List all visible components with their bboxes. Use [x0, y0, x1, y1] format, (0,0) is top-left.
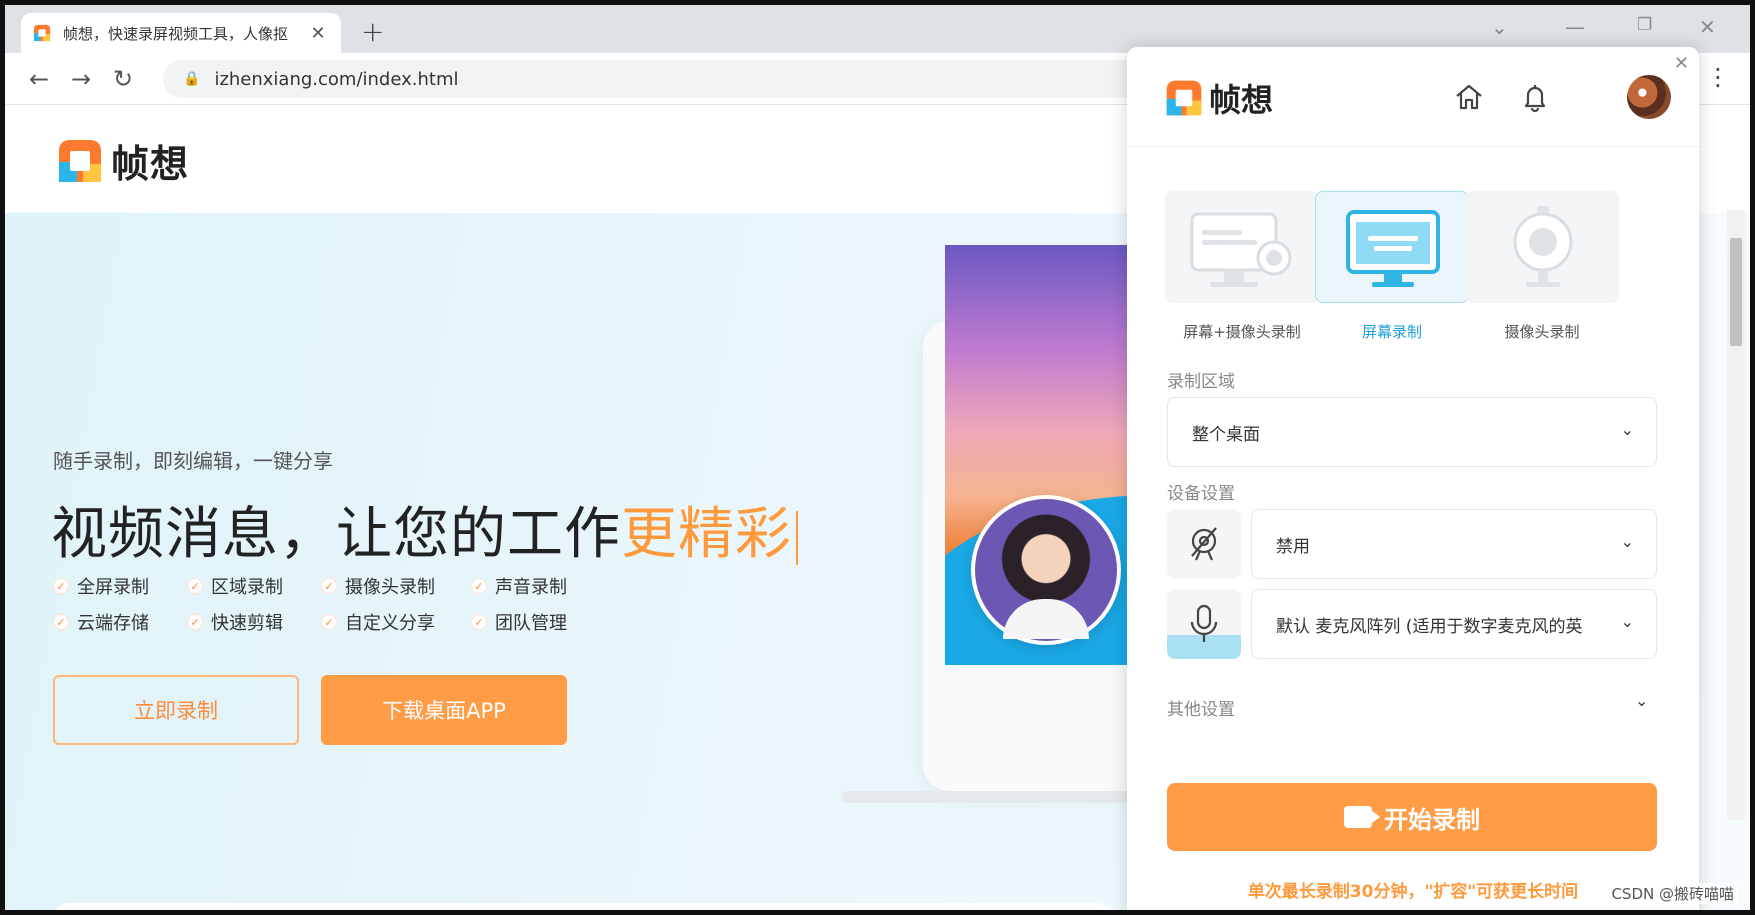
- scrollbar-thumb[interactable]: [1730, 238, 1742, 346]
- back-arrow-icon[interactable]: ←: [25, 65, 53, 93]
- check-icon: ✓: [53, 614, 69, 630]
- chevron-down-icon: ⌄: [1620, 612, 1634, 631]
- check-icon: ✓: [187, 614, 203, 630]
- feature-item: ✓ 全屏录制: [53, 573, 149, 599]
- feature-item: ✓ 快速剪辑: [187, 609, 283, 635]
- zhenxiang-logo-icon: [59, 139, 101, 182]
- minimize-icon[interactable]: —: [1565, 15, 1585, 39]
- csdn-watermark: CSDN @搬砖喵喵: [1607, 883, 1738, 904]
- reload-icon[interactable]: ↻: [109, 65, 137, 93]
- site-logo-text: 帧想: [111, 142, 190, 186]
- window-close-icon[interactable]: ✕: [1699, 15, 1716, 39]
- feature-item: ✓ 声音录制: [471, 573, 567, 599]
- hero-title: 视频消息，让您的工作更精彩: [51, 489, 798, 570]
- hero-subtitle: 随手录制，即刻编辑，一键分享: [53, 449, 333, 473]
- content-card: [53, 903, 1113, 910]
- microphone-select-value: 默认 麦克风阵列 (适用于数字麦克风的英: [1276, 616, 1583, 637]
- microphone-icon: [1167, 589, 1241, 659]
- record-now-button[interactable]: 立即录制: [53, 675, 299, 745]
- zhenxiang-favicon-icon: [33, 24, 51, 42]
- popup-logo-text: 帧想: [1209, 81, 1274, 119]
- other-settings-chevron-icon[interactable]: ⌄: [1635, 691, 1648, 710]
- check-icon: ✓: [53, 578, 69, 594]
- feature-item: ✓ 自定义分享: [321, 609, 435, 635]
- feature-item: ✓ 云端存储: [53, 609, 149, 635]
- presenter-avatar: [971, 495, 1121, 645]
- mode-screen-card[interactable]: [1315, 191, 1469, 303]
- forward-arrow-icon[interactable]: →: [67, 65, 95, 93]
- recorder-popup: ✕ 帧想 屏幕+摄像头录制 屏幕录制 摄像头录制 录制区域 整个桌面 ⌄ 设备设…: [1127, 47, 1699, 910]
- tab-search-icon[interactable]: ⌄: [1491, 15, 1508, 39]
- screen-camera-icon: [1190, 212, 1292, 287]
- chevron-down-icon: ⌄: [1620, 532, 1634, 551]
- record-area-select[interactable]: 整个桌面 ⌄: [1167, 397, 1657, 467]
- mode-screen-camera-card[interactable]: [1165, 191, 1319, 303]
- screenshot-frame: 帧想，快速录屏视频工具，人像抠 ✕ + ⌄ — ❐ ✕ ← → ↻ 🔒 izhe…: [0, 0, 1755, 915]
- popup-logo: 帧想: [1165, 75, 1273, 121]
- download-app-button[interactable]: 下载桌面APP: [321, 675, 567, 745]
- camera-select[interactable]: 禁用 ⌄: [1251, 509, 1657, 579]
- check-icon: ✓: [471, 578, 487, 594]
- start-recording-label: 开始录制: [1384, 805, 1480, 834]
- webcam-icon: [1513, 206, 1573, 287]
- device-settings-label: 设备设置: [1167, 484, 1235, 504]
- video-camera-icon: [1344, 806, 1380, 828]
- lock-icon[interactable]: 🔒: [183, 71, 200, 87]
- mode-camera-card[interactable]: [1465, 191, 1619, 303]
- mode-camera-label: 摄像头录制: [1504, 323, 1580, 341]
- feature-item: ✓ 摄像头录制: [321, 573, 435, 599]
- check-icon: ✓: [187, 578, 203, 594]
- camera-disabled-icon: [1167, 509, 1241, 579]
- microphone-select[interactable]: 默认 麦克风阵列 (适用于数字麦克风的英 ⌄: [1251, 589, 1657, 659]
- browser-tabstrip: 帧想，快速录屏视频工具，人像抠 ✕ + ⌄ — ❐ ✕: [5, 5, 1750, 53]
- record-area-value: 整个桌面: [1192, 424, 1260, 445]
- screen-icon: [1346, 210, 1440, 287]
- new-tab-button[interactable]: +: [361, 15, 384, 48]
- url-text: izhenxiang.com/index.html: [214, 68, 459, 90]
- zhenxiang-logo-icon: [1166, 80, 1202, 116]
- hero-title-accent: 更精彩: [621, 502, 792, 567]
- page-scrollbar[interactable]: [1727, 210, 1745, 820]
- feature-item: ✓ 区域录制: [187, 573, 283, 599]
- check-icon: ✓: [471, 614, 487, 630]
- home-icon[interactable]: [1449, 77, 1489, 117]
- record-area-label: 录制区域: [1167, 372, 1235, 392]
- mode-screen-camera-label: 屏幕+摄像头录制: [1183, 323, 1301, 341]
- mode-screen-label: 屏幕录制: [1361, 323, 1422, 341]
- other-settings-label[interactable]: 其他设置: [1167, 695, 1235, 720]
- typing-caret: [796, 510, 798, 565]
- popup-header: 帧想: [1127, 47, 1699, 147]
- chevron-down-icon: ⌄: [1620, 420, 1634, 439]
- start-recording-button[interactable]: 开始录制: [1167, 783, 1657, 851]
- tab-title: 帧想，快速录屏视频工具，人像抠: [63, 24, 289, 43]
- feature-item: ✓ 团队管理: [471, 609, 567, 635]
- restore-icon[interactable]: ❐: [1637, 15, 1652, 35]
- check-icon: ✓: [321, 578, 337, 594]
- browser-menu-icon[interactable]: ⋮: [1706, 63, 1730, 91]
- user-avatar[interactable]: [1627, 75, 1671, 119]
- check-icon: ✓: [321, 614, 337, 630]
- hero-title-main: 视频消息，让您的工作: [51, 502, 621, 567]
- close-tab-icon[interactable]: ✕: [307, 23, 329, 44]
- site-logo[interactable]: 帧想: [57, 133, 189, 188]
- browser-tab[interactable]: 帧想，快速录屏视频工具，人像抠 ✕: [21, 13, 341, 53]
- camera-select-value: 禁用: [1276, 536, 1310, 557]
- bell-icon[interactable]: [1515, 77, 1555, 117]
